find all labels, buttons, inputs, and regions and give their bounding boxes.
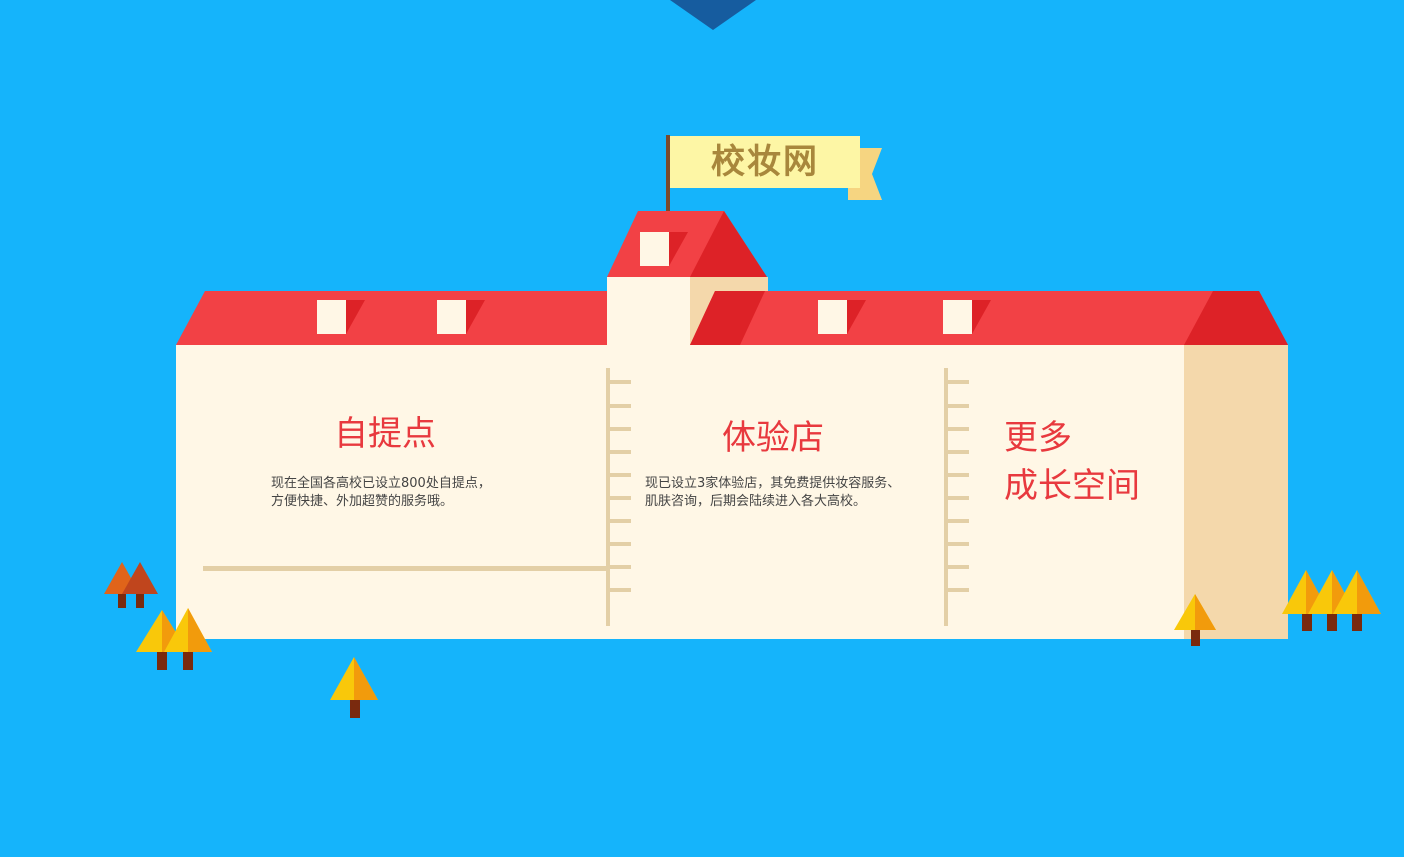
flag-label: 校妆网 — [711, 142, 819, 182]
section-title-more-line2: 成长空间 — [1004, 466, 1140, 506]
top-chevron-icon[interactable] — [670, 0, 756, 30]
section-desc-pickup-line1: 现在全国各高校已设立800处自提点， — [271, 476, 491, 491]
section-title-store: 体验店 — [722, 418, 824, 458]
tree-icon — [1282, 570, 1381, 631]
section-desc-store-line1: 现已设立3家体验店，其免费提供妆容服务、 — [645, 476, 901, 491]
tree-icon — [330, 657, 378, 718]
shelf-line — [203, 566, 607, 571]
tree-icon — [104, 562, 158, 608]
section-desc-store-line2: 肌肤咨询，后期会陆续进入各大高校。 — [645, 494, 867, 509]
section-title-more-line1: 更多 — [1004, 418, 1072, 458]
school-building-illustration — [104, 0, 1381, 718]
section-title-pickup: 自提点 — [334, 414, 436, 454]
section-desc-pickup-line2: 方便快捷、外加超赞的服务哦。 — [271, 494, 454, 509]
